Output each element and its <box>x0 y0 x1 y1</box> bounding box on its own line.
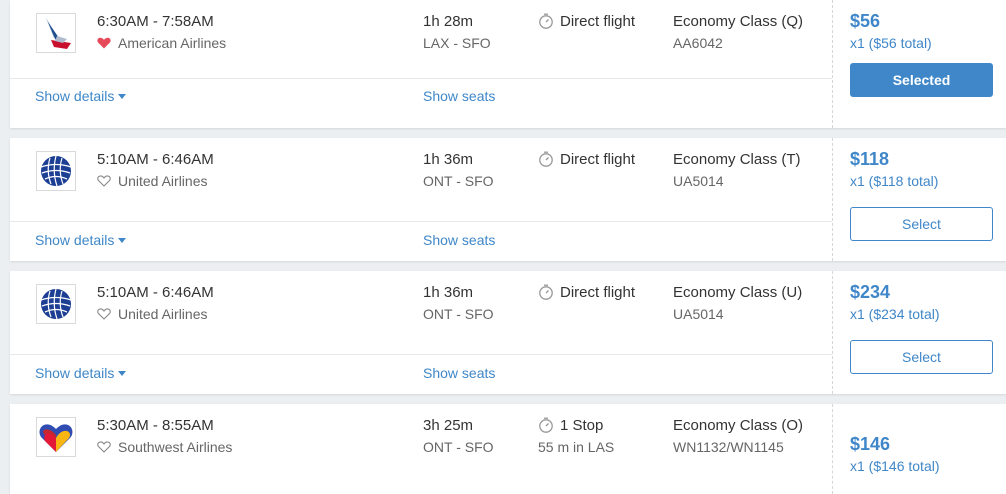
favorite-heart-icon[interactable] <box>97 307 111 320</box>
departure-arrival-times: 5:30AM - 8:55AM <box>97 417 214 434</box>
layover-detail: 55 m in LAS <box>538 439 615 455</box>
caret-down-icon <box>118 238 127 243</box>
price-total: x1 ($56 total) <box>850 35 932 51</box>
flight-route: ONT - SFO <box>423 173 494 189</box>
airline-name: United Airlines <box>118 306 208 322</box>
price-panel: $56 x1 ($56 total) Selected <box>832 0 1006 128</box>
show-seats-link[interactable]: Show seats <box>423 232 495 248</box>
southwest-heart-logo <box>36 417 76 457</box>
stops-info: Direct flight <box>538 151 635 168</box>
cabin-class: Economy Class (O) <box>673 417 804 434</box>
airline-row: Southwest Airlines <box>97 439 232 455</box>
flight-route: LAX - SFO <box>423 35 491 51</box>
show-seats-link[interactable]: Show seats <box>423 88 495 104</box>
stops-label: Direct flight <box>560 13 636 30</box>
show-seats-link[interactable]: Show seats <box>423 365 495 381</box>
select-button[interactable]: Select <box>850 340 993 374</box>
airline-row: United Airlines <box>97 173 208 189</box>
stops-label: 1 Stop <box>560 417 604 434</box>
stopwatch-icon <box>538 151 554 167</box>
flight-duration: 1h 28m <box>423 13 474 30</box>
airline-name: Southwest Airlines <box>118 439 233 455</box>
price: $146 <box>850 434 891 454</box>
favorite-heart-icon[interactable] <box>97 174 111 187</box>
cabin-class: Economy Class (T) <box>673 151 801 168</box>
airline-name: United Airlines <box>118 173 208 189</box>
stops-info: Direct flight <box>538 13 635 30</box>
flight-info: 6:30AM - 7:58AM American Airlines 1h 28m… <box>10 0 832 128</box>
cabin-class: Economy Class (U) <box>673 284 803 301</box>
united-airlines-globe-logo <box>36 284 76 324</box>
stops-label: Direct flight <box>560 151 636 168</box>
airline-name: American Airlines <box>118 35 227 51</box>
flight-number: WN1132/WN1145 <box>673 439 784 455</box>
flight-number: UA5014 <box>673 173 724 189</box>
price-panel: $234 x1 ($234 total) Select <box>832 271 1006 394</box>
divider <box>10 78 832 79</box>
select-button[interactable]: Select <box>850 207 993 241</box>
caret-down-icon <box>118 371 127 376</box>
flight-info: 5:10AM - 6:46AM United Airlines 1h 36m O… <box>10 138 832 261</box>
price-total: x1 ($146 total) <box>850 458 940 474</box>
departure-arrival-times: 5:10AM - 6:46AM <box>97 151 214 168</box>
united-airlines-globe-logo <box>36 151 76 191</box>
stopwatch-icon <box>538 13 554 29</box>
flight-card: 6:30AM - 7:58AM American Airlines 1h 28m… <box>10 0 1006 128</box>
stops-info: Direct flight <box>538 284 635 301</box>
departure-arrival-times: 6:30AM - 7:58AM <box>97 13 214 30</box>
price-total: x1 ($118 total) <box>850 173 939 189</box>
stops-info: 1 Stop <box>538 417 603 434</box>
flight-route: ONT - SFO <box>423 439 494 455</box>
price-panel: $118 x1 ($118 total) Select <box>832 138 1006 261</box>
stops-label: Direct flight <box>560 284 636 301</box>
divider <box>10 354 832 355</box>
flight-info: 5:10AM - 6:46AM United Airlines 1h 36m O… <box>10 271 832 394</box>
divider <box>10 221 832 222</box>
show-details-label: Show details <box>35 232 115 248</box>
departure-arrival-times: 5:10AM - 6:46AM <box>97 284 214 301</box>
price: $234 <box>850 282 891 302</box>
airline-row: United Airlines <box>97 306 208 322</box>
show-details-label: Show details <box>35 365 115 381</box>
flight-duration: 1h 36m <box>423 284 474 301</box>
price: $56 <box>850 11 881 31</box>
price: $118 <box>850 149 890 169</box>
flight-number: AA6042 <box>673 35 723 51</box>
show-details-link[interactable]: Show details <box>35 232 127 248</box>
american-airlines-logo <box>36 13 76 53</box>
flight-number: UA5014 <box>673 306 724 322</box>
cabin-class: Economy Class (Q) <box>673 13 804 30</box>
flight-duration: 3h 25m <box>423 417 474 434</box>
flight-card: 5:10AM - 6:46AM United Airlines 1h 36m O… <box>10 138 1006 261</box>
show-details-link[interactable]: Show details <box>35 365 127 381</box>
show-details-link[interactable]: Show details <box>35 88 127 104</box>
caret-down-icon <box>118 94 127 99</box>
favorite-heart-icon[interactable] <box>97 36 111 49</box>
stopwatch-icon <box>538 417 554 433</box>
flight-route: ONT - SFO <box>423 306 494 322</box>
flight-card: 5:10AM - 6:46AM United Airlines 1h 36m O… <box>10 271 1006 394</box>
selected-button[interactable]: Selected <box>850 63 993 97</box>
airline-row: American Airlines <box>97 35 226 51</box>
favorite-heart-icon[interactable] <box>97 440 111 453</box>
stopwatch-icon <box>538 284 554 300</box>
show-details-label: Show details <box>35 88 115 104</box>
flight-duration: 1h 36m <box>423 151 474 168</box>
price-total: x1 ($234 total) <box>850 306 940 322</box>
